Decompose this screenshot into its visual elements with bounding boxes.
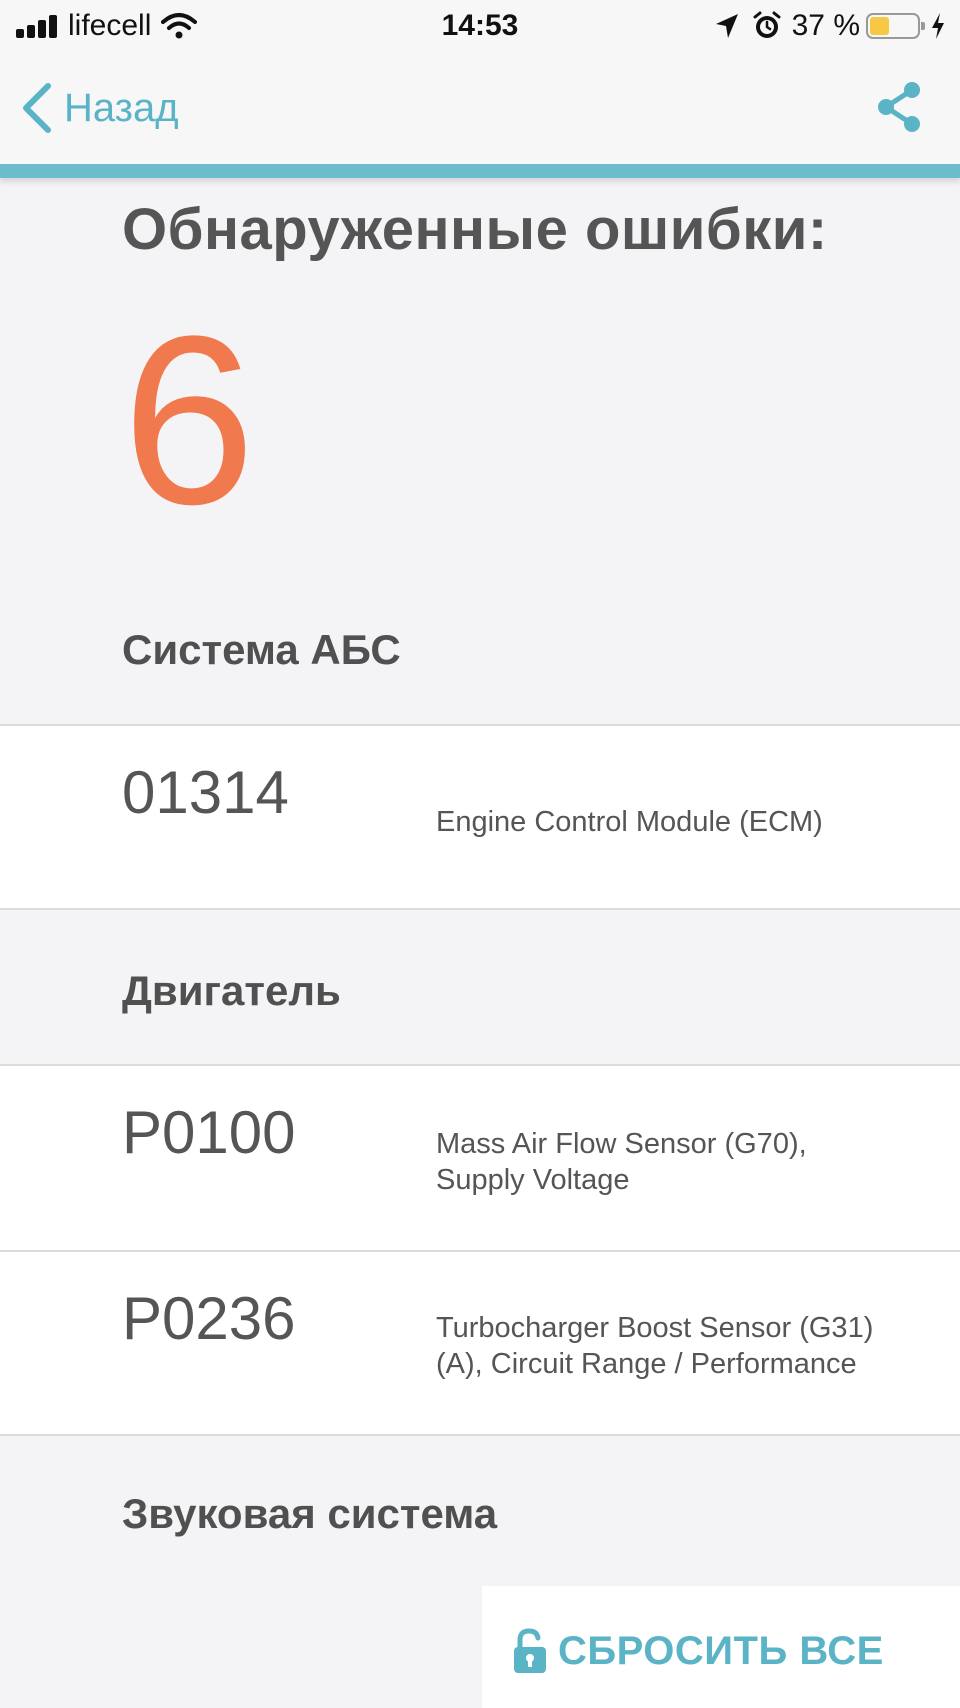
back-label: Назад (64, 85, 179, 130)
share-icon (878, 82, 920, 132)
share-button[interactable] (874, 80, 924, 139)
error-code: 01314 (122, 759, 289, 826)
battery-icon (866, 13, 925, 39)
chevron-left-icon (23, 83, 51, 133)
location-icon (715, 14, 738, 38)
section-header-engine: Двигатель (122, 967, 341, 1014)
error-description: Turbocharger Boost Sensor (G31) (A), Cir… (436, 1312, 874, 1380)
error-count: 6 (122, 286, 256, 554)
status-right: 37 % (714, 8, 946, 44)
nav-bar: Назад (0, 56, 960, 164)
battery-fill (870, 17, 889, 35)
reset-all-button[interactable]: СБРОСИТЬ ВСЕ (510, 1628, 884, 1674)
unlock-icon (514, 1628, 546, 1673)
error-row[interactable]: P0236 Turbocharger Boost Sensor (G31) (A… (0, 1250, 960, 1436)
section-header-sound: Звуковая система (122, 1490, 498, 1537)
error-description: Engine Control Module (ECM) (436, 806, 823, 838)
error-row[interactable]: P0100 Mass Air Flow Sensor (G70), Supply… (0, 1064, 960, 1250)
reset-all-label: СБРОСИТЬ ВСЕ (558, 1628, 884, 1673)
page-title: Обнаруженные ошибки: (122, 197, 828, 262)
error-code: P0100 (122, 1099, 296, 1166)
accent-line (0, 164, 960, 178)
error-code: P0236 (122, 1285, 296, 1352)
alarm-icon (753, 11, 781, 38)
charging-icon (932, 13, 944, 39)
reset-panel: СБРОСИТЬ ВСЕ (482, 1586, 960, 1708)
error-description: Mass Air Flow Sensor (G70), Supply Volta… (436, 1128, 807, 1196)
battery-percent: 37 % (791, 9, 860, 42)
status-bar: lifecell 14:53 37 % (0, 0, 960, 56)
error-row[interactable]: 01314 Engine Control Module (ECM) (0, 724, 960, 910)
back-button[interactable]: Назад (20, 82, 179, 134)
section-header-abs: Система АБС (122, 626, 401, 673)
